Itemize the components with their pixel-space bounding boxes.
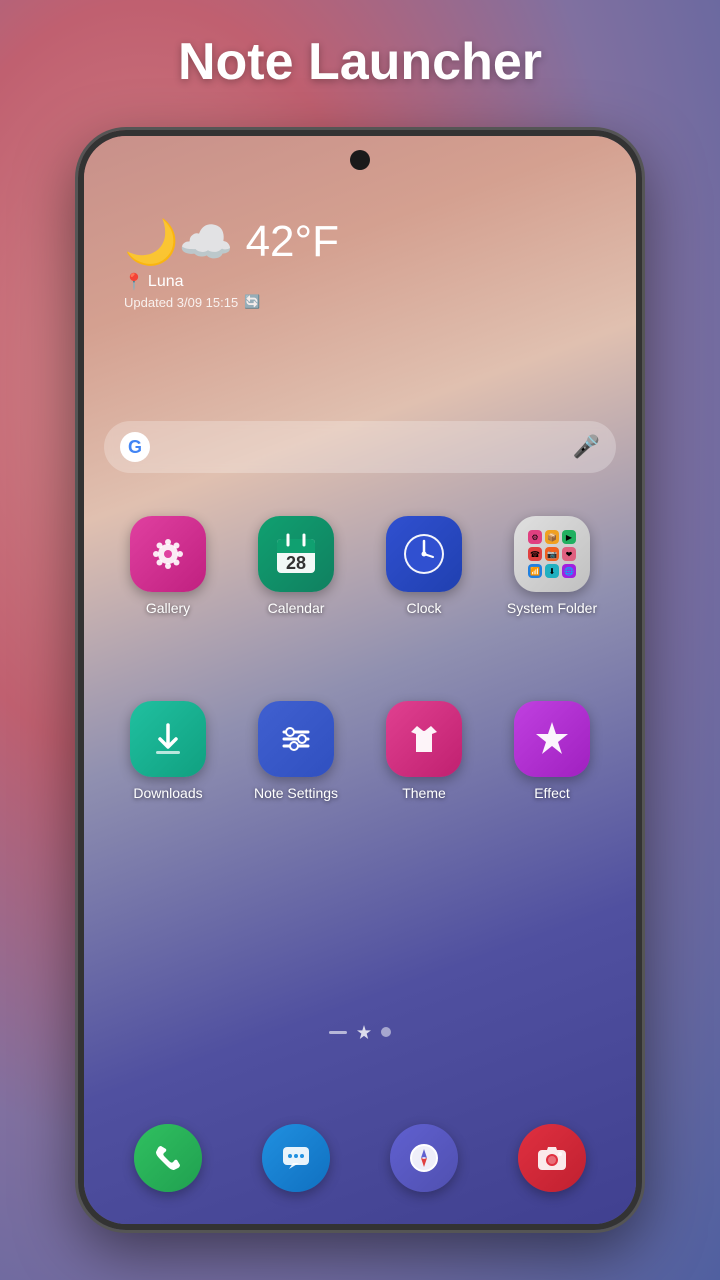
page-dot-circle bbox=[381, 1027, 391, 1037]
page-indicators bbox=[84, 1025, 636, 1039]
page-dot-home bbox=[357, 1025, 371, 1039]
dock bbox=[104, 1112, 616, 1204]
app-system-folder[interactable]: ⚙ 📦 ▶ ☎ 📷 ❤ 📶 ⬇ 🌐 System Folder bbox=[497, 516, 607, 616]
app-row-2: Downloads Note Settings bbox=[84, 701, 636, 801]
dock-compass[interactable] bbox=[390, 1124, 458, 1192]
app-clock[interactable]: Clock bbox=[369, 516, 479, 616]
note-settings-label: Note Settings bbox=[254, 785, 338, 801]
effect-icon bbox=[514, 701, 590, 777]
calendar-label: Calendar bbox=[268, 600, 325, 616]
effect-label: Effect bbox=[534, 785, 570, 801]
app-downloads[interactable]: Downloads bbox=[113, 701, 223, 801]
downloads-label: Downloads bbox=[133, 785, 202, 801]
phone-frame: 🌙☁️ 42°F 📍 Luna Updated 3/09 15:15 🔄 G 🎤 bbox=[78, 130, 642, 1230]
weather-widget[interactable]: 🌙☁️ 42°F 📍 Luna Updated 3/09 15:15 🔄 bbox=[124, 216, 339, 310]
clock-label: Clock bbox=[406, 600, 441, 616]
location-pin-icon: 📍 bbox=[124, 272, 144, 292]
gallery-label: Gallery bbox=[146, 600, 190, 616]
microphone-icon[interactable]: 🎤 bbox=[573, 434, 600, 460]
weather-temp: 42°F bbox=[246, 217, 339, 267]
system-folder-label: System Folder bbox=[507, 600, 597, 616]
search-bar[interactable]: G 🎤 bbox=[104, 421, 616, 473]
system-folder-icon: ⚙ 📦 ▶ ☎ 📷 ❤ 📶 ⬇ 🌐 bbox=[514, 516, 590, 592]
note-settings-icon bbox=[258, 701, 334, 777]
calendar-icon: 28 bbox=[258, 516, 334, 592]
camera-hole bbox=[350, 150, 370, 170]
weather-location: 📍 Luna bbox=[124, 272, 339, 292]
page-title: Note Launcher bbox=[0, 32, 720, 92]
page-dot-dash bbox=[329, 1031, 347, 1034]
dock-messages[interactable] bbox=[262, 1124, 330, 1192]
svg-text:28: 28 bbox=[286, 553, 306, 573]
dock-camera[interactable] bbox=[518, 1124, 586, 1192]
google-logo: G bbox=[120, 432, 150, 462]
app-gallery[interactable]: Gallery bbox=[113, 516, 223, 616]
theme-icon bbox=[386, 701, 462, 777]
app-effect[interactable]: Effect bbox=[497, 701, 607, 801]
clock-icon bbox=[386, 516, 462, 592]
app-calendar[interactable]: 28 Calendar bbox=[241, 516, 351, 616]
app-theme[interactable]: Theme bbox=[369, 701, 479, 801]
weather-icon: 🌙☁️ bbox=[124, 216, 234, 268]
phone-screen: 🌙☁️ 42°F 📍 Luna Updated 3/09 15:15 🔄 G 🎤 bbox=[84, 136, 636, 1224]
theme-label: Theme bbox=[402, 785, 446, 801]
downloads-icon bbox=[130, 701, 206, 777]
refresh-icon: 🔄 bbox=[244, 294, 260, 310]
gallery-icon bbox=[130, 516, 206, 592]
dock-phone[interactable] bbox=[134, 1124, 202, 1192]
app-row-1: Gallery 28 Calendar bbox=[84, 516, 636, 616]
app-note-settings[interactable]: Note Settings bbox=[241, 701, 351, 801]
weather-updated: Updated 3/09 15:15 🔄 bbox=[124, 294, 339, 310]
